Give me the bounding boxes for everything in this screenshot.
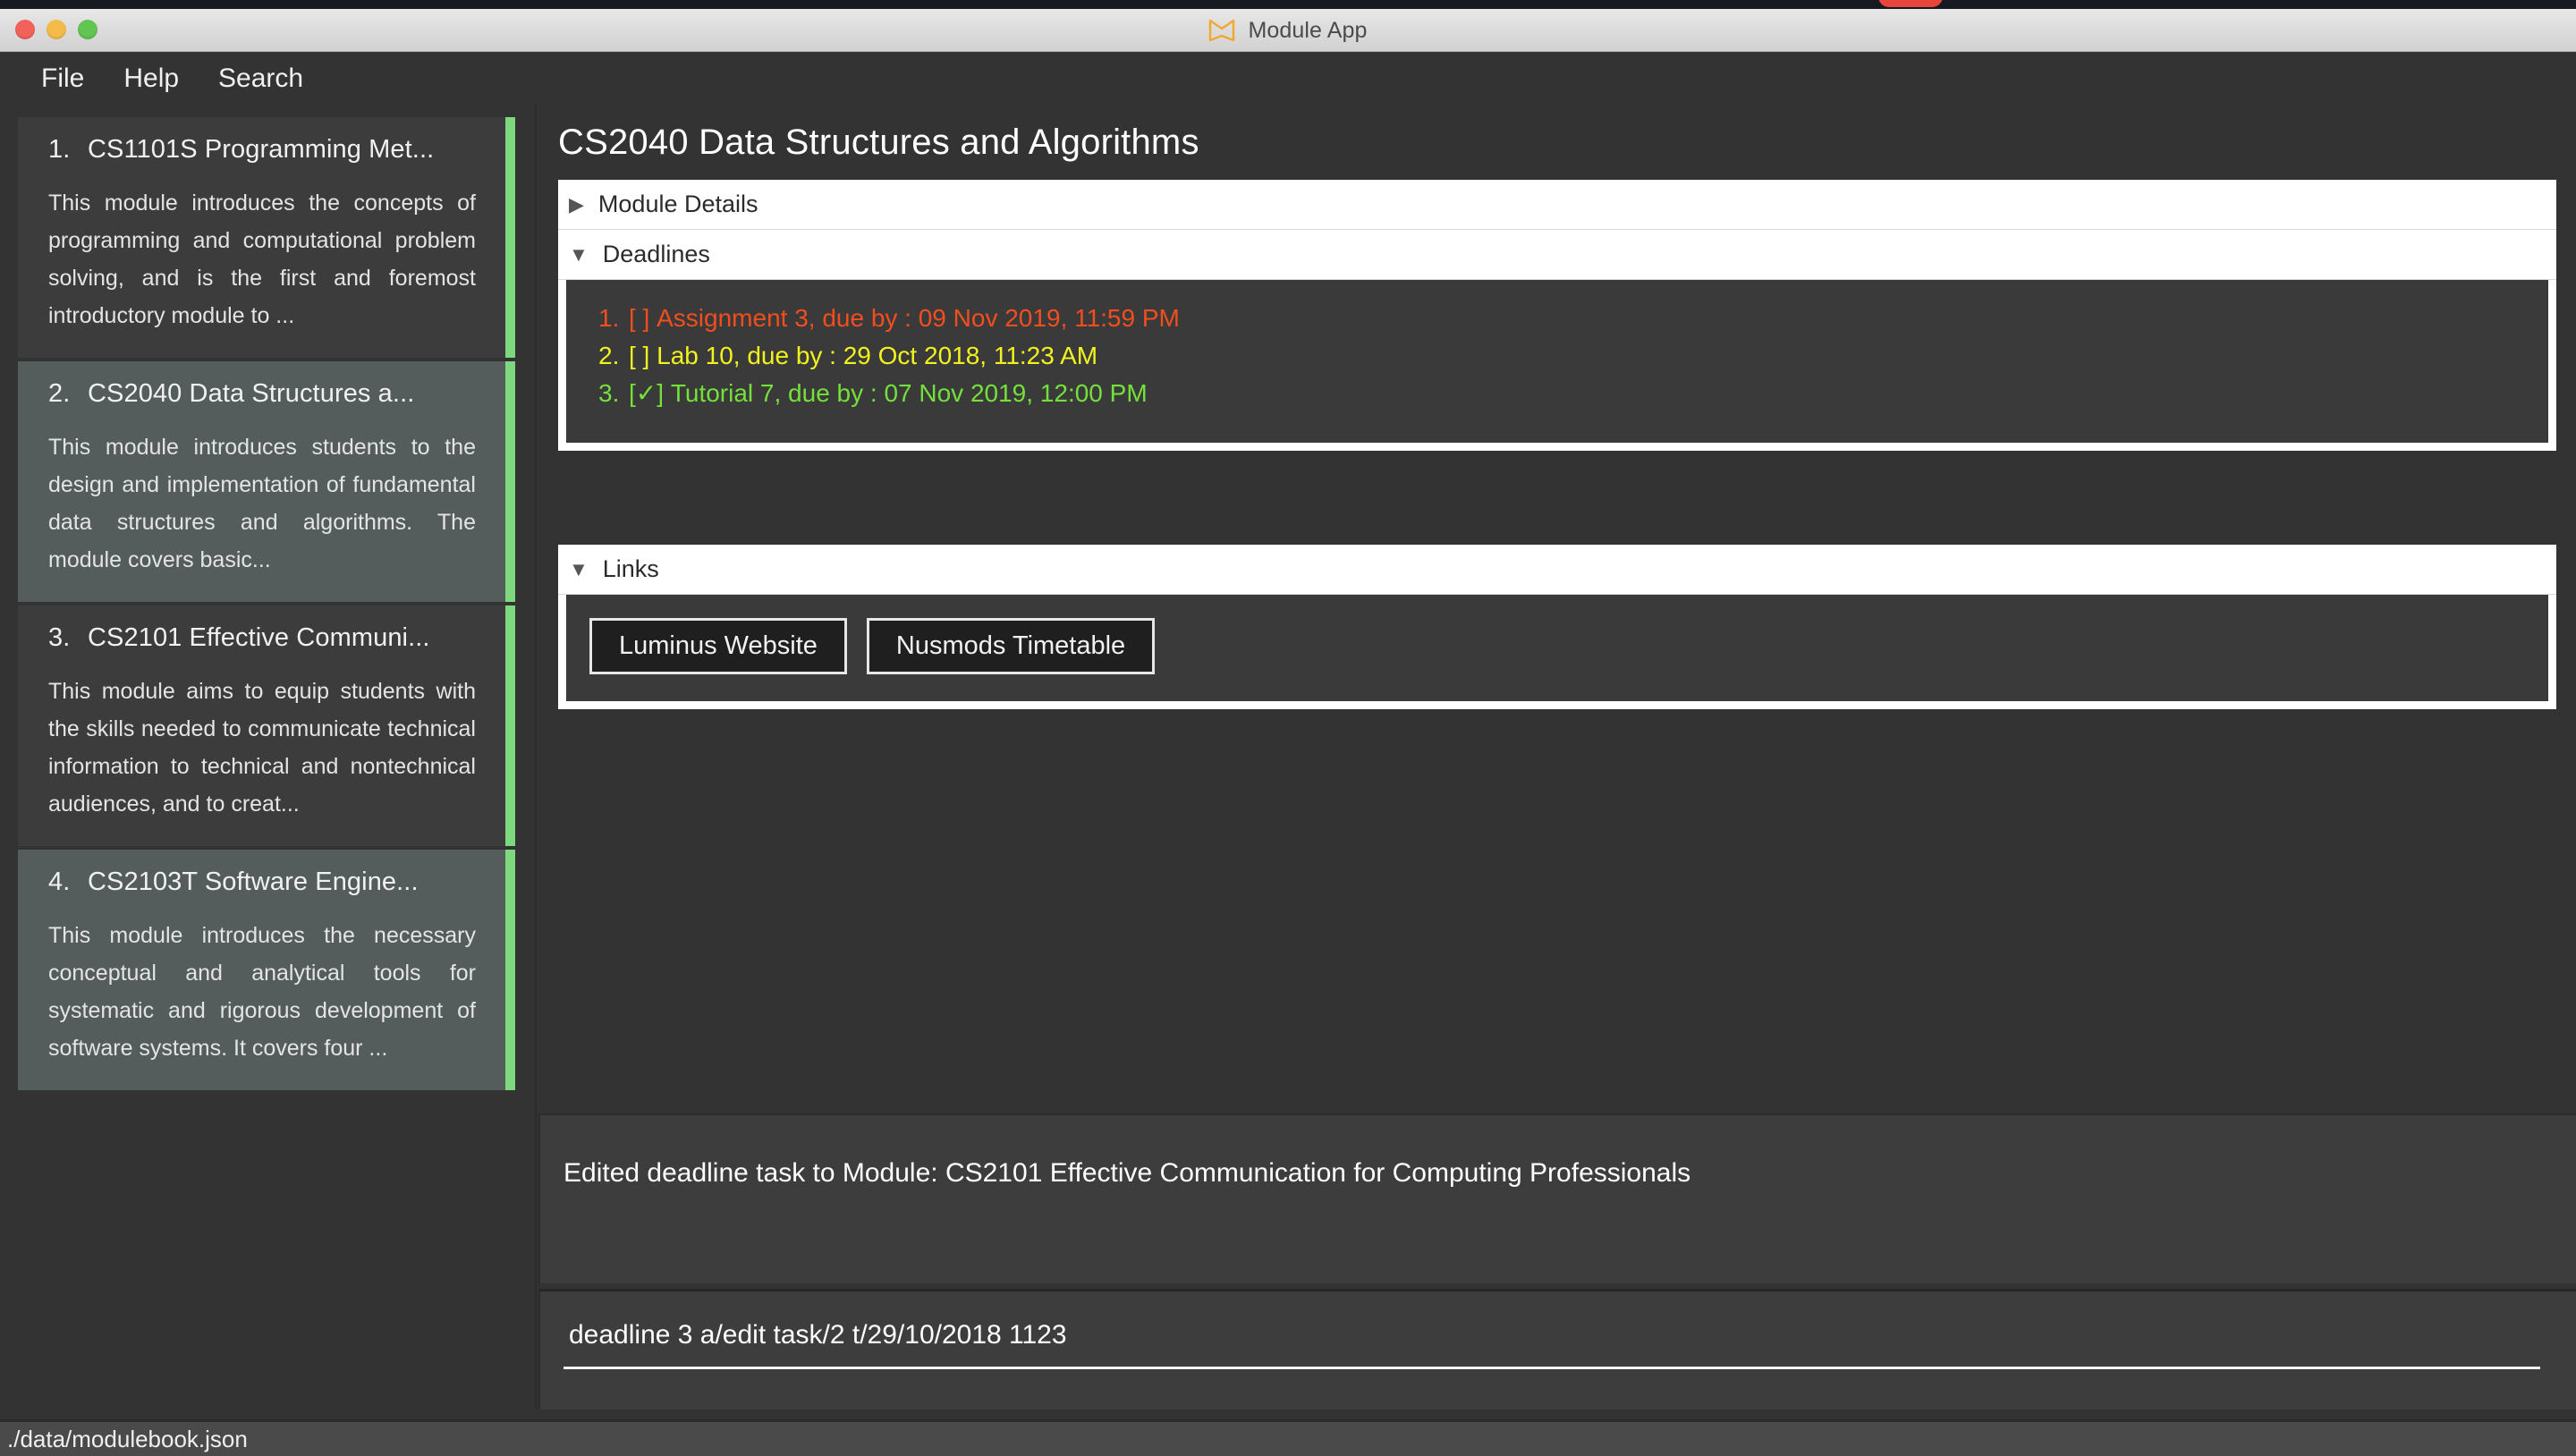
status-bar: ./data/modulebook.json xyxy=(0,1420,2576,1456)
module-card-index: 3. xyxy=(48,623,88,653)
module-card-index: 2. xyxy=(48,379,88,409)
result-text: Edited deadline task to Module: CS2101 E… xyxy=(564,1158,1690,1189)
accordion-header-links[interactable]: ▼ Links xyxy=(558,545,2556,595)
module-card-stripe xyxy=(505,117,515,358)
status-bar-file-path: ./data/modulebook.json xyxy=(7,1426,248,1453)
command-input-wrap xyxy=(564,1313,2540,1369)
background-window-accent xyxy=(1878,0,1943,7)
command-input[interactable] xyxy=(564,1313,2540,1369)
menu-search[interactable]: Search xyxy=(199,58,323,99)
module-card-description: This module aims to equip students with … xyxy=(48,673,487,823)
deadline-item[interactable]: 2.[ ] Lab 10, due by : 29 Oct 2018, 11:2… xyxy=(598,337,2548,375)
deadline-checkbox[interactable]: [✓] xyxy=(629,379,664,407)
book-icon xyxy=(1208,19,1235,42)
module-card-description: This module introduces the necessary con… xyxy=(48,917,487,1067)
module-card-name: CS2040 Data Structures a... xyxy=(88,379,414,408)
nusmods-timetable-button[interactable]: Nusmods Timetable xyxy=(867,618,1155,674)
deadline-index: 1. xyxy=(598,300,629,337)
deadline-text: Tutorial 7, due by : 07 Nov 2019, 12:00 … xyxy=(671,379,1148,407)
deadline-checkbox[interactable]: [ ] xyxy=(629,342,649,369)
accordion-label-links: Links xyxy=(603,555,659,583)
list-item[interactable]: 2.CS2040 Data Structures a... This modul… xyxy=(18,361,515,602)
luminus-website-button[interactable]: Luminus Website xyxy=(589,618,847,674)
status-bar-divider xyxy=(0,1409,2576,1420)
links-list: Luminus Website Nusmods Timetable xyxy=(558,595,2556,709)
deadline-checkbox[interactable]: [ ] xyxy=(629,304,649,332)
menu-bar: File Help Search xyxy=(0,53,2576,105)
module-card-description: This module introduces the concepts of p… xyxy=(48,184,487,334)
module-card-stripe xyxy=(505,850,515,1090)
deadline-item[interactable]: 1.[ ] Assignment 3, due by : 09 Nov 2019… xyxy=(598,300,2548,337)
module-card-name: CS1101S Programming Met... xyxy=(88,135,434,164)
background-window-strip xyxy=(0,0,2576,9)
title-bar: Module App xyxy=(0,9,2576,52)
accordion-links: ▼ Links Luminus Website Nusmods Timetabl… xyxy=(558,545,2556,709)
module-card-index: 4. xyxy=(48,868,88,897)
deadlines-list: 1.[ ] Assignment 3, due by : 09 Nov 2019… xyxy=(558,280,2556,451)
deadline-text: Assignment 3, due by : 09 Nov 2019, 11:5… xyxy=(657,304,1180,332)
deadline-index: 2. xyxy=(598,337,629,375)
application-window: Module App File Help Search 1.CS1101S Pr… xyxy=(0,0,2576,1456)
module-card-name: CS2101 Effective Communi... xyxy=(88,623,430,652)
deadline-text: Lab 10, due by : 29 Oct 2018, 11:23 AM xyxy=(657,342,1097,369)
module-list[interactable]: 1.CS1101S Programming Met... This module… xyxy=(18,117,515,1094)
menu-help[interactable]: Help xyxy=(104,58,199,99)
deadline-index: 3. xyxy=(598,375,629,412)
accordion-header-module-details[interactable]: ▶ Module Details xyxy=(558,180,2556,230)
window-title: Module App xyxy=(0,9,2576,52)
list-item[interactable]: 4.CS2103T Software Engine... This module… xyxy=(18,850,515,1090)
accordion-label-deadlines: Deadlines xyxy=(603,241,710,268)
window-title-text: Module App xyxy=(1248,18,1367,44)
chevron-down-icon: ▼ xyxy=(569,245,589,265)
module-card-name: CS2103T Software Engine... xyxy=(88,868,419,896)
page-title: CS2040 Data Structures and Algorithms xyxy=(558,123,1199,163)
chevron-down-icon: ▼ xyxy=(569,560,589,580)
accordion-module-details: ▶ Module Details xyxy=(558,180,2556,230)
module-list-panel: 1.CS1101S Programming Met... This module… xyxy=(0,105,537,1426)
module-card-title: 3.CS2101 Effective Communi... xyxy=(48,623,487,653)
deadline-item[interactable]: 3.[✓] Tutorial 7, due by : 07 Nov 2019, … xyxy=(598,375,2548,412)
list-item[interactable]: 3.CS2101 Effective Communi... This modul… xyxy=(18,605,515,846)
accordion-deadlines: ▼ Deadlines 1.[ ] Assignment 3, due by :… xyxy=(558,230,2556,451)
module-card-title: 2.CS2040 Data Structures a... xyxy=(48,379,487,409)
accordion-header-deadlines[interactable]: ▼ Deadlines xyxy=(558,230,2556,280)
module-card-index: 1. xyxy=(48,135,88,165)
module-card-stripe xyxy=(505,605,515,846)
module-card-title: 1.CS1101S Programming Met... xyxy=(48,135,487,165)
accordion-label-module-details: Module Details xyxy=(598,190,758,218)
module-card-title: 4.CS2103T Software Engine... xyxy=(48,868,487,897)
command-box[interactable] xyxy=(538,1289,2576,1414)
chevron-right-icon: ▶ xyxy=(569,195,584,215)
menu-file[interactable]: File xyxy=(21,58,104,99)
result-display-box: Edited deadline task to Module: CS2101 E… xyxy=(538,1113,2576,1283)
list-item[interactable]: 1.CS1101S Programming Met... This module… xyxy=(18,117,515,358)
module-card-stripe xyxy=(505,361,515,602)
module-card-description: This module introduces students to the d… xyxy=(48,428,487,579)
